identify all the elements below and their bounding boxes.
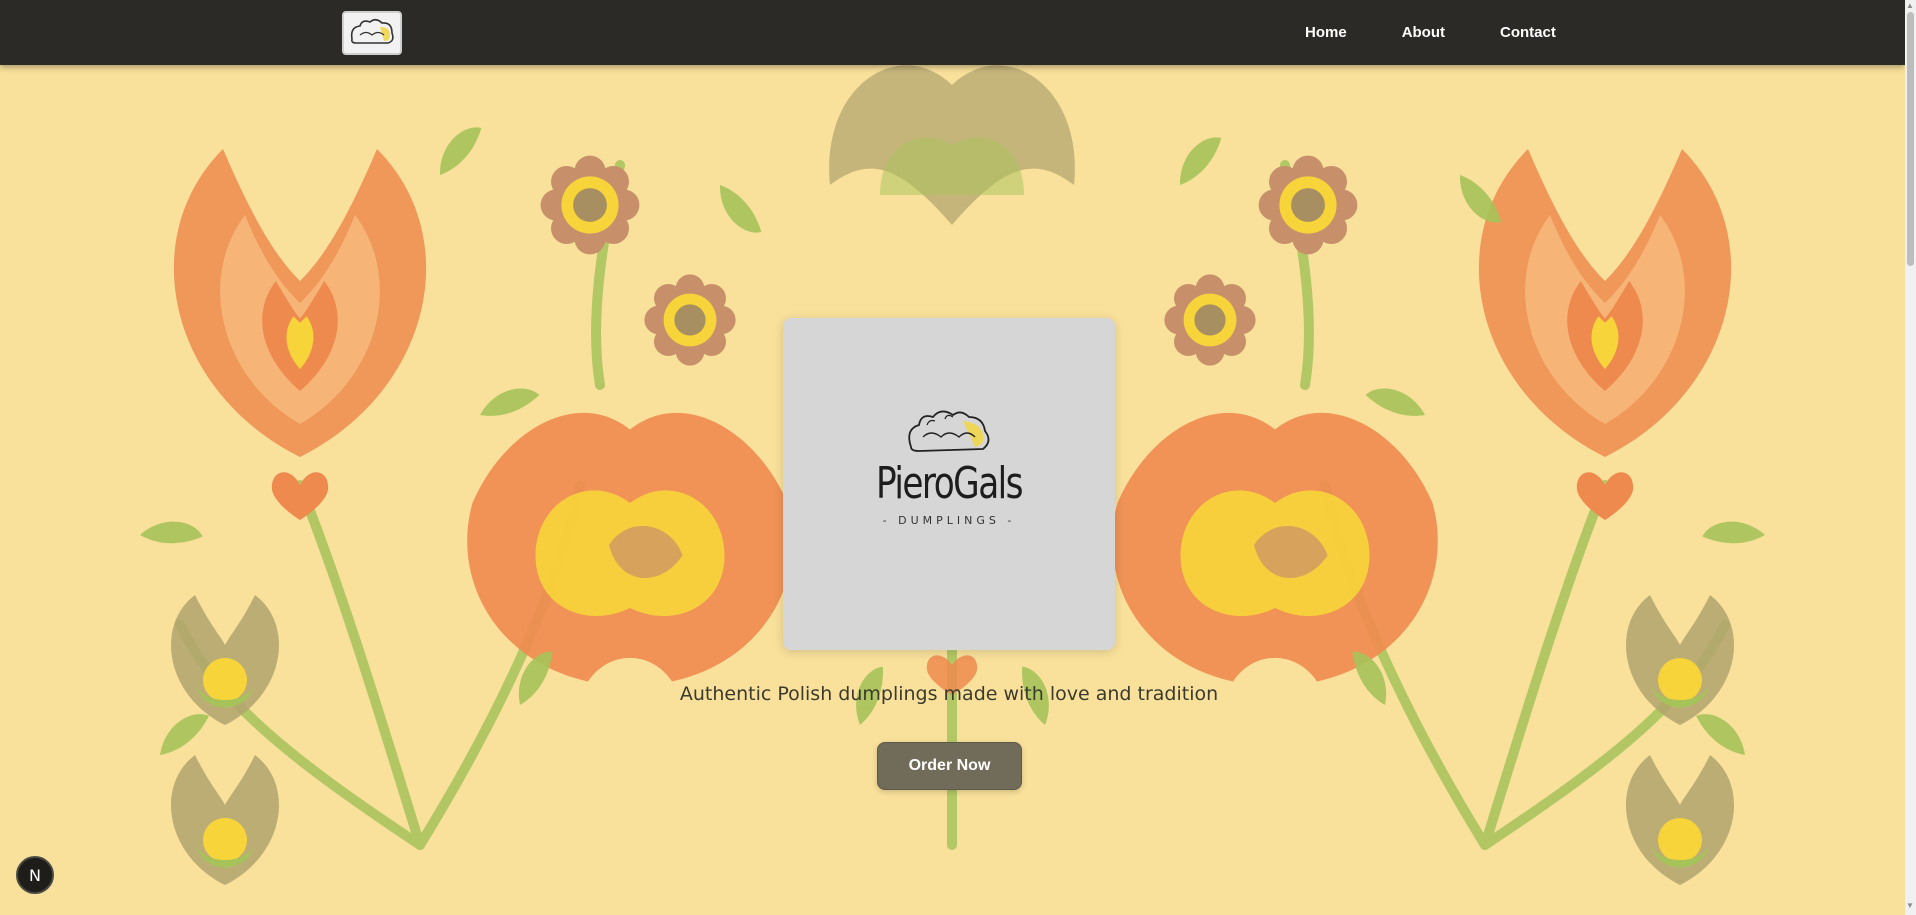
- nav-link-home[interactable]: Home: [1290, 14, 1362, 51]
- nextjs-dev-badge-icon[interactable]: N: [16, 856, 54, 894]
- hero-section: PieroGals - DUMPLINGS - Authentic Polish…: [0, 65, 1905, 915]
- nav-link-about[interactable]: About: [1387, 14, 1460, 51]
- hero-tagline: Authentic Polish dumplings made with lov…: [679, 683, 1219, 705]
- brand-name: PieroGals: [876, 458, 1024, 509]
- dumpling-icon: [908, 410, 990, 452]
- order-now-button[interactable]: Order Now: [877, 742, 1022, 790]
- nav-logo-icon[interactable]: [342, 11, 402, 55]
- scrollbar-thumb[interactable]: [1907, 12, 1914, 266]
- scroll-down-arrow-icon[interactable]: ▼: [1906, 902, 1914, 910]
- dumpling-logo-icon: [350, 18, 394, 44]
- vertical-scrollbar[interactable]: ▲ ▼: [1905, 0, 1916, 915]
- nav-link-contact[interactable]: Contact: [1485, 14, 1571, 51]
- brand-subtitle: - DUMPLINGS -: [882, 514, 1016, 527]
- scroll-up-arrow-icon[interactable]: ▲: [1906, 2, 1914, 10]
- nav-links: Home About Contact: [1290, 0, 1571, 65]
- top-navbar: Home About Contact: [0, 0, 1905, 65]
- brand-logo-card: PieroGals - DUMPLINGS -: [783, 318, 1115, 650]
